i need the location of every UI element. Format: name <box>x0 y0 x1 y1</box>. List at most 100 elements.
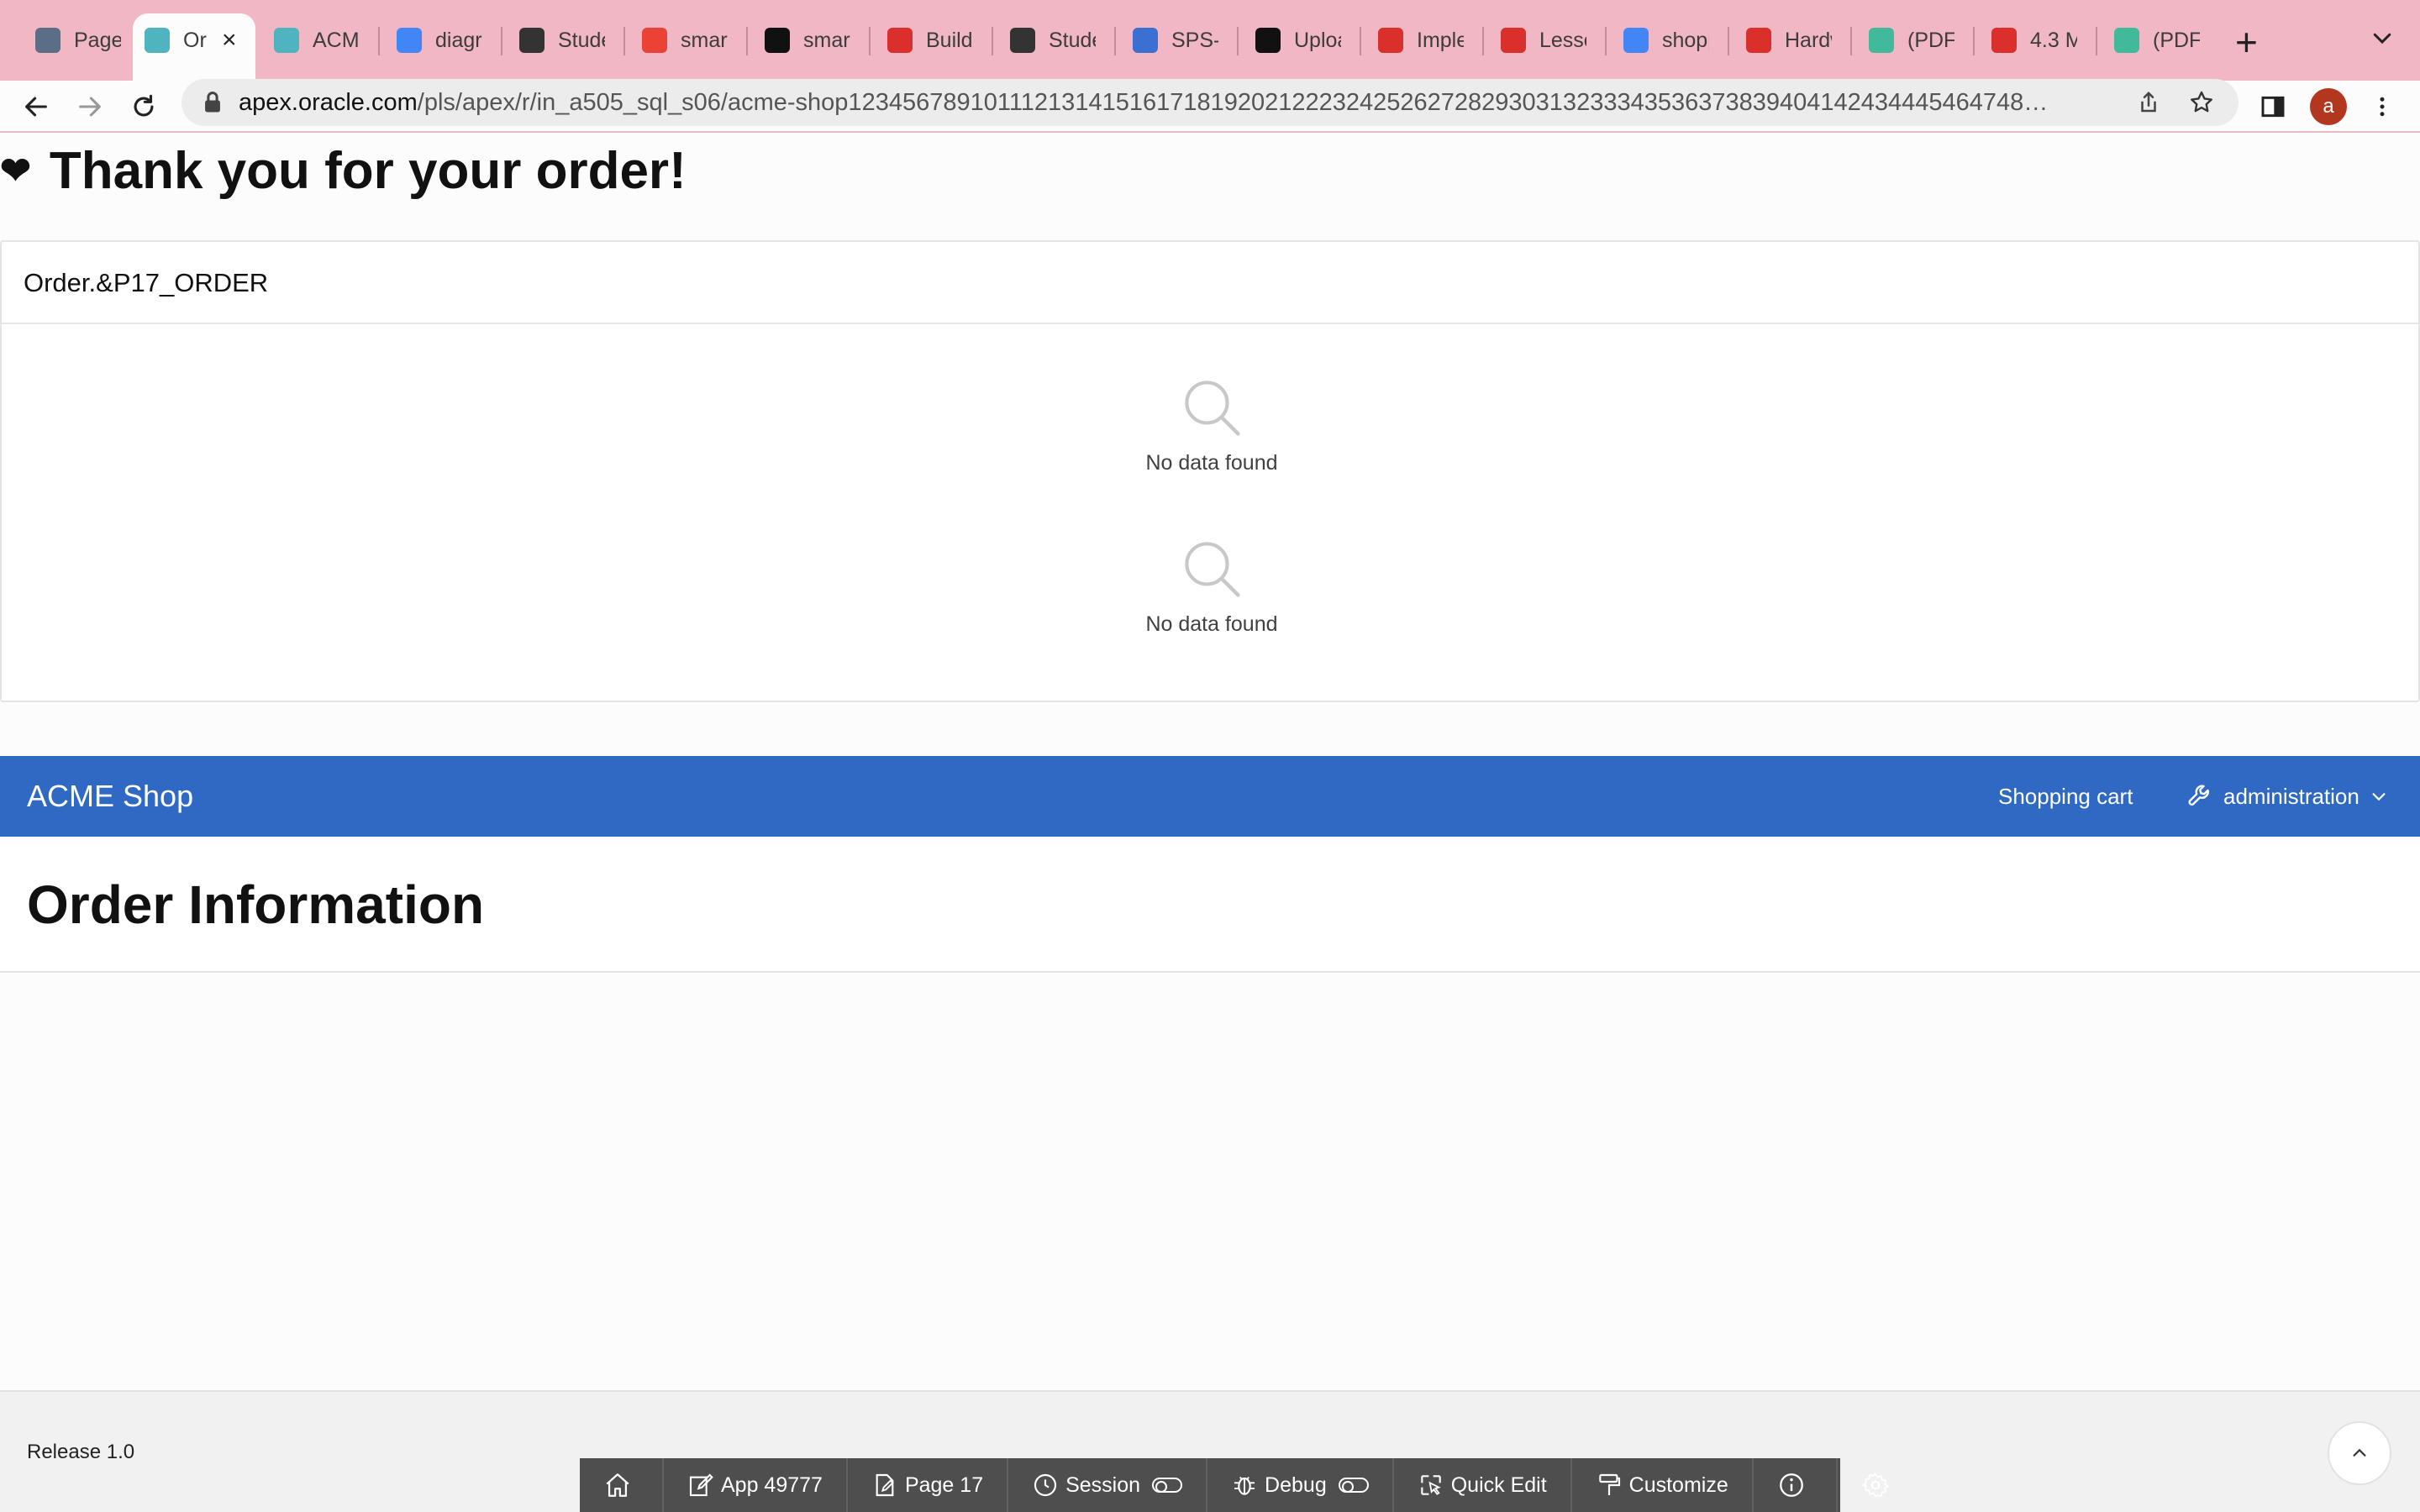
apex-app-icon <box>274 28 299 53</box>
dev-settings-button[interactable] <box>1838 1458 1920 1512</box>
dev-quick-edit-button[interactable]: Quick Edit <box>1394 1458 1572 1512</box>
chevron-up-icon <box>2353 1448 2366 1457</box>
profile-avatar[interactable]: a <box>2309 87 2348 126</box>
dev-app-button[interactable]: App 49777 <box>664 1458 848 1512</box>
browser-tab[interactable]: ACME Shop <box>262 13 371 67</box>
region-header: Order.&P17_ORDER <box>2 242 2418 324</box>
dev-app-label: App 49777 <box>721 1473 823 1497</box>
arrow-left-icon <box>25 97 47 117</box>
browser-tab-label: (PDF) <box>1907 28 1954 52</box>
browser-tab[interactable]: 4.3 M <box>1980 13 2089 67</box>
browser-tab[interactable]: shopping <box>1612 13 1721 67</box>
browser-tab[interactable]: Order × <box>133 13 255 81</box>
info-icon <box>1779 1473 1803 1497</box>
browser-tab-label: diagram <box>435 28 482 52</box>
browser-tab[interactable]: smart <box>630 13 739 67</box>
no-data-text: No data found <box>1145 612 1278 636</box>
tab-separator <box>1850 27 1852 55</box>
browser-tab-label: Student <box>1049 28 1096 52</box>
kebab-menu-icon <box>2380 97 2385 117</box>
browser-tab[interactable]: Build <box>876 13 985 67</box>
browser-tab[interactable]: Implement <box>1366 13 1476 67</box>
browser-tab[interactable]: Hardware <box>1734 13 1844 67</box>
dev-home-button[interactable] <box>580 1458 664 1512</box>
browser-tab-label: Upload <box>1294 28 1341 52</box>
browser-tab[interactable]: Student <box>508 13 617 67</box>
browser-tab[interactable]: diagram <box>385 13 494 67</box>
shopping-cart-link[interactable]: Shopping cart <box>1998 756 2133 837</box>
github-icon <box>765 28 790 53</box>
gmail-icon <box>642 28 667 53</box>
back-button[interactable] <box>17 87 55 126</box>
browser-tab[interactable]: SPS-1 <box>1121 13 1230 67</box>
oracle-icon <box>1501 28 1526 53</box>
search-icon <box>1185 381 1240 436</box>
browser-tab-label: Hardware <box>1785 28 1832 52</box>
google-icon <box>1623 28 1649 53</box>
session-toggle-icon[interactable] <box>1152 1478 1183 1493</box>
avatar: a <box>2310 88 2347 125</box>
browser-tab[interactable]: Lesson <box>1489 13 1598 67</box>
dev-info-button[interactable] <box>1754 1458 1838 1512</box>
browser-tab[interactable]: Student <box>998 13 1107 67</box>
share-icon[interactable] <box>2136 89 2161 116</box>
administration-label: administration <box>2223 783 2360 809</box>
globe-icon <box>1010 28 1035 53</box>
order-region: Order.&P17_ORDER No data found No data f… <box>0 240 2420 702</box>
search-icon <box>1185 542 1240 597</box>
url-host: apex.oracle.com <box>239 89 418 116</box>
browser-tab[interactable]: Page Designer <box>24 13 133 67</box>
browser-tab[interactable]: smart <box>753 13 862 67</box>
tab-separator <box>378 27 380 55</box>
administration-menu[interactable]: administration <box>2186 756 2388 837</box>
quick-edit-icon <box>1420 1475 1441 1495</box>
no-data-message: No data found <box>2 376 2420 475</box>
browser-tab-label: Order <box>183 28 207 52</box>
dev-page-label: Page 17 <box>904 1473 984 1497</box>
dev-quick-edit-label: Quick Edit <box>1450 1473 1547 1497</box>
address-bar[interactable]: apex.oracle.com/pls/apex/r/in_a505_sql_s… <box>182 79 2238 126</box>
reload-button[interactable] <box>124 87 163 126</box>
tab-separator <box>1482 27 1484 55</box>
developer-toolbar: App 49777 Page 17 Session Debug Quick Ed… <box>580 1458 1889 1512</box>
tab-search-button[interactable] <box>2370 25 2403 59</box>
dev-page-button[interactable]: Page 17 <box>848 1458 1009 1512</box>
dev-debug-button[interactable]: Debug <box>1207 1458 1394 1512</box>
google-icon <box>397 28 422 53</box>
globe-icon <box>519 28 544 53</box>
tab-separator <box>992 27 993 55</box>
scroll-to-top-button[interactable] <box>2328 1421 2391 1485</box>
side-panel-button[interactable] <box>2254 87 2292 126</box>
paint-roller-icon <box>1598 1473 1620 1495</box>
browser-tab-label: smart <box>803 28 850 52</box>
browser-tab-label: Student <box>558 28 605 52</box>
tab-separator <box>623 27 625 55</box>
doc-icon <box>1133 28 1158 53</box>
tab-separator <box>1360 27 1361 55</box>
app-logo[interactable]: ACME Shop <box>27 756 193 837</box>
wrench-icon <box>2188 785 2209 806</box>
bookmark-star-icon[interactable] <box>2188 89 2215 116</box>
debug-toggle-icon[interactable] <box>1338 1478 1369 1493</box>
address-url[interactable]: apex.oracle.com/pls/apex/r/in_a505_sql_s… <box>239 79 2121 126</box>
side-panel-icon <box>2261 96 2285 118</box>
github-icon <box>1255 28 1281 53</box>
close-icon[interactable]: × <box>222 26 237 55</box>
oracle-outline-icon <box>1746 28 1771 53</box>
url-path: /pls/apex/r/in_a505_sql_s06/acme-shop123… <box>417 89 2049 116</box>
new-tab-button[interactable]: + <box>2235 18 2258 66</box>
browser-menu-button[interactable] <box>2363 87 2402 126</box>
browser-tab-label: ACME Shop <box>313 28 360 52</box>
browser-tab-label: Build <box>926 28 973 52</box>
browser-tab[interactable]: (PDF) <box>1857 13 1966 67</box>
dev-session-button[interactable]: Session <box>1008 1458 1208 1512</box>
browser-tab[interactable]: Upload <box>1244 13 1353 67</box>
bug-icon <box>1234 1477 1255 1495</box>
forward-button[interactable] <box>71 87 109 126</box>
researchgate-icon <box>2114 28 2139 53</box>
dev-customize-button[interactable]: Customize <box>1572 1458 1754 1512</box>
browser-tab-label: SPS-1 <box>1171 28 1218 52</box>
browser-tab[interactable]: (PDF) <box>2102 13 2212 67</box>
page-title-text: Thank you for your order! <box>49 142 687 200</box>
tab-separator <box>2096 27 2097 55</box>
